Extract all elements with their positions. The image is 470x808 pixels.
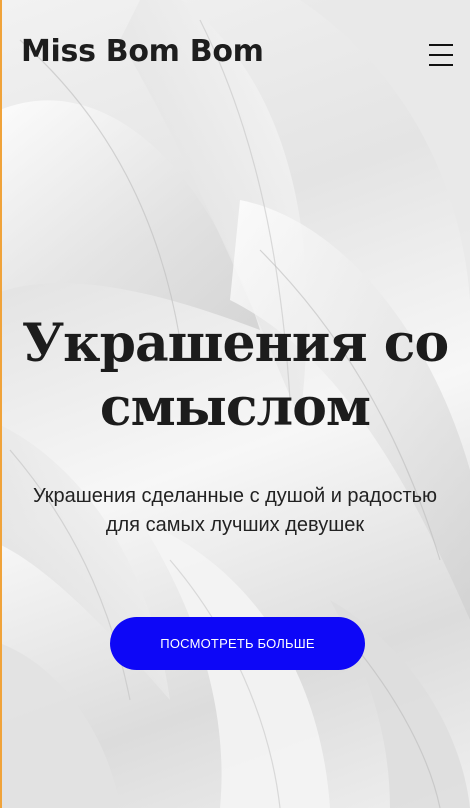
hamburger-menu-icon[interactable] (425, 40, 455, 70)
menu-bar-bottom (429, 64, 453, 66)
hero-section: Miss Bom Bom Украшения со смыслом Украше… (0, 0, 470, 808)
hero-title: Украшения со смыслом (21, 313, 449, 438)
see-more-button[interactable]: ПОСМОТРЕТЬ БОЛЬШЕ (110, 617, 365, 670)
left-edge-accent (0, 0, 2, 808)
hero-subtitle: Украшения сделанные с душой и радостью д… (32, 485, 438, 536)
menu-bar-middle (429, 54, 453, 56)
menu-bar-top (429, 44, 453, 46)
site-logo[interactable]: Miss Bom Bom (21, 34, 264, 69)
